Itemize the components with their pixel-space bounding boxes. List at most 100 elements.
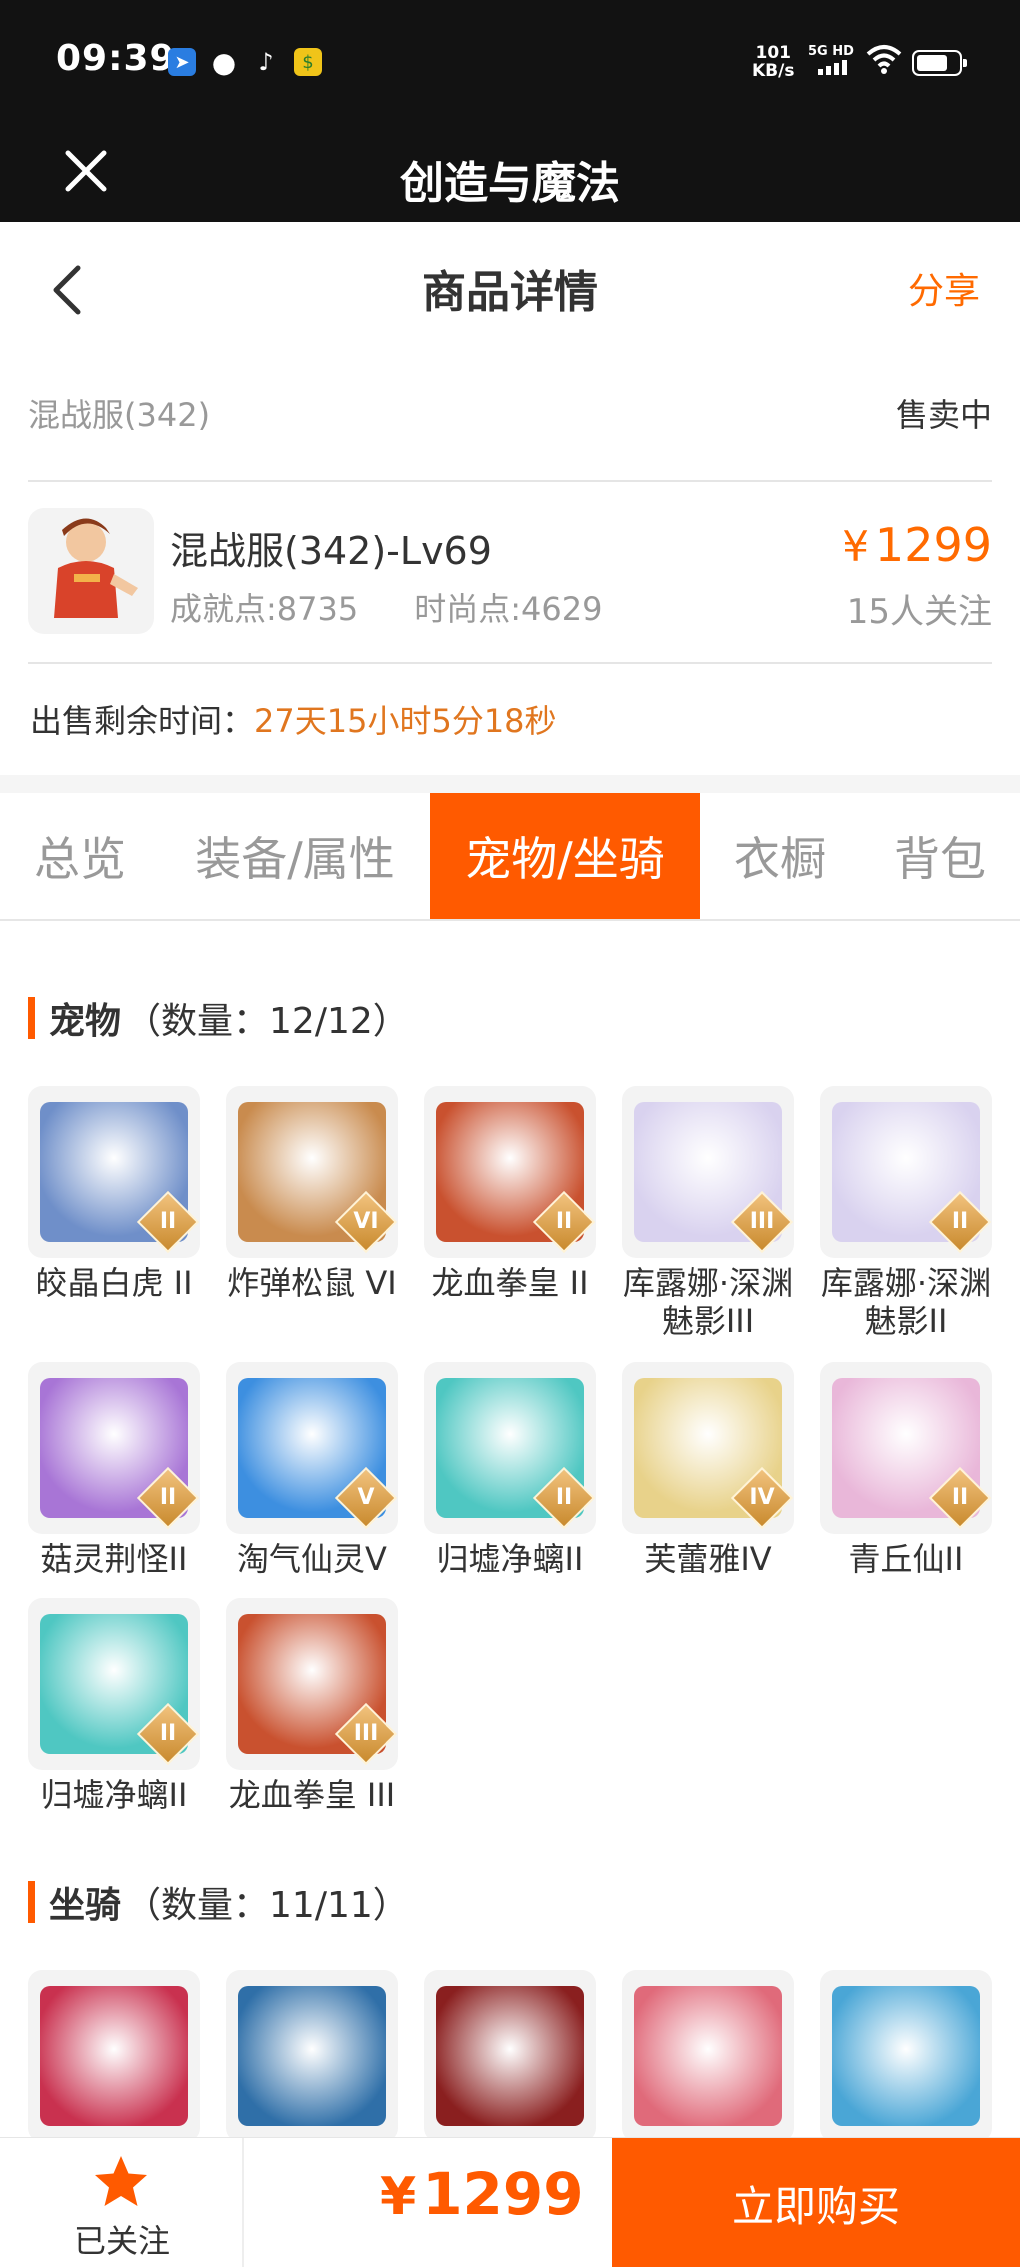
bottom-action-bar: 已关注 ¥1299 立即购买 (0, 2137, 1020, 2267)
follow-label: 已关注 (73, 2222, 170, 2260)
pet-item[interactable]: II 龙血拳皇 II (424, 1086, 596, 1302)
divider (28, 480, 992, 482)
section-count: （数量：11/11） (125, 1885, 409, 1926)
net-speed: 101 KB/s (752, 43, 795, 81)
pet-name: 龙血拳皇 III (228, 1776, 396, 1814)
pet-item[interactable]: IV 芙蕾雅IV (622, 1362, 794, 1578)
location-app-icon: ➤ (168, 48, 196, 76)
buy-now-button[interactable]: 立即购买 (612, 2138, 1020, 2267)
mount-thumbnail (424, 1970, 596, 2142)
status-bar: 09:39 ➤ ● ♪ $ 101 KB/s 5G HD (0, 0, 1020, 125)
tiktok-icon: ♪ (258, 48, 274, 76)
pet-item[interactable]: II 青丘仙II (820, 1362, 992, 1578)
pet-name: 皎晶白虎 II (35, 1264, 193, 1302)
pet-item[interactable]: II 库露娜·深渊魅影II (820, 1086, 992, 1340)
tab-backpack[interactable]: 背包 (860, 793, 1020, 919)
pet-name: 归墟净螭II (436, 1540, 584, 1578)
tab-overview[interactable]: 总览 (0, 793, 160, 919)
message-icon: ● (211, 45, 237, 79)
product-name: 混战服(342)-Lv69 (170, 529, 492, 573)
mount-thumbnail (28, 1970, 200, 2142)
mount-thumbnail (622, 1970, 794, 2142)
pet-name: 库露娜·深渊魅影II (820, 1264, 992, 1340)
mount-item[interactable] (820, 1970, 992, 2142)
pet-name: 龙血拳皇 II (431, 1264, 589, 1302)
section-title: 宠物 (49, 1001, 122, 1042)
pet-name: 炸弹松鼠 VI (227, 1264, 397, 1302)
pet-item[interactable]: VI 炸弹松鼠 VI (226, 1086, 398, 1302)
mount-art (832, 1986, 980, 2126)
pet-name: 淘气仙灵V (237, 1540, 387, 1578)
pet-item[interactable]: II 菇灵荆怪II (28, 1362, 200, 1578)
mount-item[interactable] (622, 1970, 794, 2142)
signal-label: 5G HD (808, 44, 854, 59)
mount-thumbnail (820, 1970, 992, 2142)
section-title: 坐骑 (49, 1885, 122, 1926)
page-title: 商品详情 (422, 267, 598, 318)
wifi-icon (866, 45, 902, 74)
pet-thumbnail: II (820, 1362, 992, 1534)
pet-item[interactable]: III 库露娜·深渊魅影III (622, 1086, 794, 1340)
tab-bar: 总览 装备/属性 宠物/坐骑 衣橱 背包 (0, 793, 1020, 921)
product-meta: 成就点:8735 时尚点:4629 (170, 584, 602, 630)
notification-icons: ➤ ● ♪ $ (168, 45, 322, 79)
section-count: （数量：12/12） (125, 1001, 409, 1042)
pets-section-header: 宠物 （数量：12/12） (28, 992, 409, 1044)
achievement-points: 成就点:8735 (170, 590, 359, 628)
server-name: 混战服(342) (28, 396, 211, 434)
star-icon (95, 2156, 147, 2206)
pet-thumbnail: II (28, 1362, 200, 1534)
page-header: 商品详情 分享 (0, 222, 1020, 352)
signal-icon (818, 60, 847, 75)
mount-thumbnail (226, 1970, 398, 2142)
mounts-section-header: 坐骑 （数量：11/11） (28, 1876, 409, 1928)
pet-thumbnail: V (226, 1362, 398, 1534)
pet-name: 芙蕾雅IV (644, 1540, 772, 1578)
mount-art (634, 1986, 782, 2126)
follow-button[interactable]: 已关注 (0, 2138, 244, 2267)
product-price: ¥1299 (842, 518, 992, 572)
mount-art (238, 1986, 386, 2126)
pet-name: 库露娜·深渊魅影III (622, 1264, 794, 1340)
sale-status: 售卖中 (895, 396, 992, 434)
battery-icon (912, 50, 967, 76)
pet-item[interactable]: II 皎晶白虎 II (28, 1086, 200, 1302)
server-row: 混战服(342) 售卖中 (28, 390, 992, 436)
pet-name: 青丘仙II (848, 1540, 964, 1578)
money-app-icon: $ (294, 48, 322, 76)
fashion-points: 时尚点:4629 (414, 590, 603, 628)
pet-item[interactable]: III 龙血拳皇 III (226, 1598, 398, 1814)
mount-art (40, 1986, 188, 2126)
character-avatar (28, 508, 154, 634)
bottom-price: ¥1299 (380, 2160, 584, 2228)
status-time: 09:39 (56, 38, 176, 79)
pet-thumbnail: IV (622, 1362, 794, 1534)
mount-item[interactable] (226, 1970, 398, 2142)
divider (28, 662, 992, 664)
tab-wardrobe[interactable]: 衣橱 (700, 793, 860, 919)
pet-item[interactable]: II 归墟净螭II (28, 1598, 200, 1814)
tab-equipment[interactable]: 装备/属性 (160, 793, 430, 919)
app-bar: 创造与魔法 (0, 125, 1020, 222)
pet-thumbnail: II (424, 1362, 596, 1534)
share-button[interactable]: 分享 (908, 262, 980, 314)
pet-thumbnail: III (622, 1086, 794, 1258)
pet-thumbnail: II (28, 1086, 200, 1258)
followers-count: 15人关注 (846, 592, 992, 632)
mount-art (436, 1986, 584, 2126)
remaining-time: 出售剩余时间：27天15小时5分18秒 (30, 702, 557, 740)
product-summary: 混战服(342)-Lv69 成就点:8735 时尚点:4629 ¥1299 15… (28, 508, 992, 638)
pet-thumbnail: II (424, 1086, 596, 1258)
pet-thumbnail: II (28, 1598, 200, 1770)
app-title: 创造与魔法 (400, 158, 620, 209)
section-gap (0, 775, 1020, 793)
pet-thumbnail: VI (226, 1086, 398, 1258)
pet-name: 菇灵荆怪II (40, 1540, 188, 1578)
pet-thumbnail: III (226, 1598, 398, 1770)
pet-item[interactable]: V 淘气仙灵V (226, 1362, 398, 1578)
pet-thumbnail: II (820, 1086, 992, 1258)
mount-item[interactable] (424, 1970, 596, 2142)
tab-pets-mounts[interactable]: 宠物/坐骑 (430, 793, 700, 919)
pet-item[interactable]: II 归墟净螭II (424, 1362, 596, 1578)
mount-item[interactable] (28, 1970, 200, 2142)
